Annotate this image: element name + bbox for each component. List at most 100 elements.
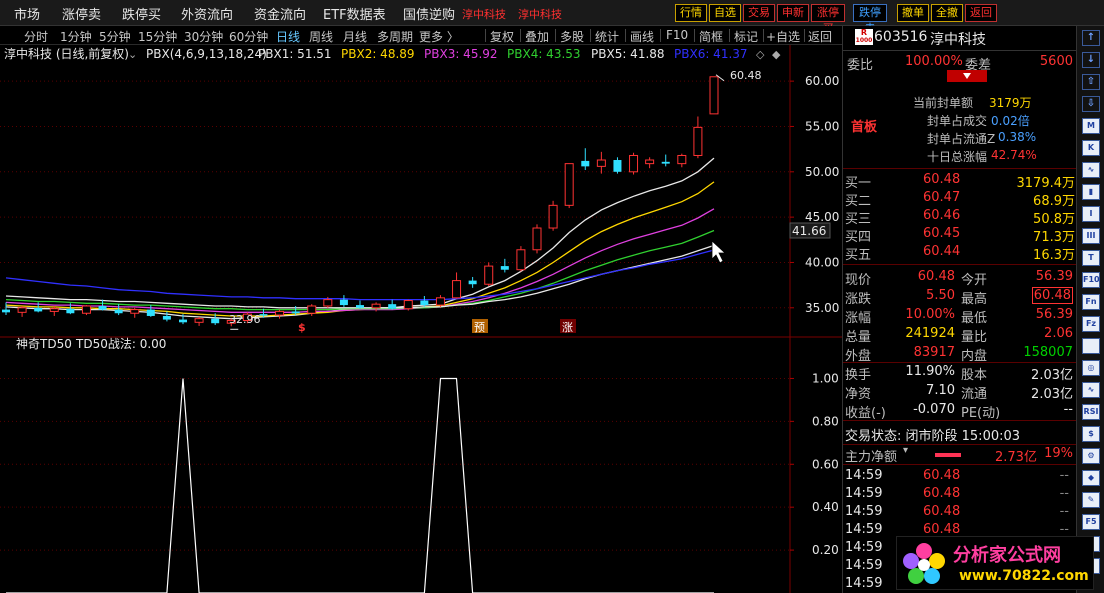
pen-icon[interactable]: ✎ <box>1082 492 1100 508</box>
limit-down-sell-button[interactable]: 跌停卖 <box>853 4 887 35</box>
i-icon[interactable]: I <box>1082 206 1100 222</box>
stock-terminal-window: 市场 涨停卖 跌停买 外资流向 资金流向 ETF数据表 国债逆购 淳中科技 淳中… <box>0 0 1104 593</box>
signal-marker-dollar: $ <box>298 321 306 334</box>
cancel-order-button[interactable]: 撤单 <box>897 4 929 22</box>
panel-divider <box>843 420 1077 421</box>
f10-icon[interactable]: F10 <box>1082 272 1100 288</box>
dollar-icon[interactable]: $ <box>1082 426 1100 442</box>
multi-stock-button[interactable]: 多股 <box>560 28 584 45</box>
trade-button[interactable]: 交易 <box>743 4 775 22</box>
rsi-icon[interactable]: RSI <box>1082 404 1100 420</box>
menu-market[interactable]: 市场 <box>14 4 40 23</box>
t-icon[interactable]: T <box>1082 250 1100 266</box>
gear-icon[interactable]: ⚙ <box>1082 448 1100 464</box>
price-tick-label: 50.00 <box>805 165 839 179</box>
bid-volume: 16.3万 <box>1033 248 1075 263</box>
menu-limit-down-buy[interactable]: 跌停买 <box>122 4 161 23</box>
candle-body-up <box>371 303 381 309</box>
draw-line-button[interactable]: 画线 <box>630 28 654 45</box>
wave-icon[interactable]: ∿ <box>1082 162 1100 178</box>
menu-foreign-flow[interactable]: 外资流向 <box>181 4 233 23</box>
menu-repo[interactable]: 国债逆购 <box>403 4 455 23</box>
seal-amount-label: 当前封单额 <box>913 96 974 110</box>
tick-row: 14:59 60.48 -- <box>843 485 1077 503</box>
bid-row[interactable]: 买五 60.44 16.3万 <box>843 243 1077 263</box>
legend-diamond-icon[interactable]: ◇ <box>756 48 765 61</box>
tab-intraday[interactable]: 分时 <box>24 28 48 45</box>
quote-panel: R 1000 603516 淳中科技 委比 100.00% 委差 5600 首板… <box>842 26 1077 593</box>
tab-15min[interactable]: 15分钟 <box>138 28 177 45</box>
k-icon[interactable]: K <box>1082 140 1100 156</box>
candle-body-up <box>629 154 639 173</box>
tab-daily[interactable]: 日线 <box>276 28 300 45</box>
adjust-button[interactable]: 复权 <box>490 28 514 45</box>
seal-vs-float-label: 封单占流通Z <box>927 132 996 146</box>
stock-name[interactable]: 淳中科技 <box>930 29 986 49</box>
stat-value: 2.06 <box>1044 326 1073 341</box>
menu-stock-name-1[interactable]: 淳中科技 <box>462 6 506 22</box>
bid-row[interactable]: 买二 60.47 68.9万 <box>843 189 1077 209</box>
legend-menu-icon[interactable]: ◆ <box>772 48 781 61</box>
statistics-button[interactable]: 统计 <box>595 28 619 45</box>
arrow-down-icon[interactable]: ↓ <box>1082 52 1100 68</box>
tab-5min[interactable]: 5分钟 <box>99 28 131 45</box>
indicator-name[interactable]: 神奇TD50 <box>16 337 72 351</box>
tab-30min[interactable]: 30分钟 <box>184 28 223 45</box>
menu-capital-flow[interactable]: 资金流向 <box>254 4 306 23</box>
ipo-button[interactable]: 申新 <box>777 4 809 22</box>
legend-pbx5: PBX5: 41.88 <box>591 47 665 61</box>
limit-up-buy-button[interactable]: 涨停买 <box>811 4 845 35</box>
overlay-button[interactable]: 叠加 <box>525 28 549 45</box>
fz-icon[interactable]: Fz <box>1082 316 1100 332</box>
watermark-logo: 分析家公式网 www.70822.com <box>896 536 1094 590</box>
target-icon[interactable]: ◎ <box>1082 360 1100 376</box>
quote-button[interactable]: 行情 <box>675 4 707 22</box>
page-up-icon[interactable]: ⇧ <box>1082 74 1100 90</box>
bid-row[interactable]: 买四 60.45 71.3万 <box>843 225 1077 245</box>
tab-multi-period[interactable]: 多周期 <box>377 28 413 45</box>
tab-monthly[interactable]: 月线 <box>343 28 367 45</box>
return-button[interactable]: 返回 <box>808 28 832 45</box>
bid-row[interactable]: 买三 60.46 50.8万 <box>843 207 1077 227</box>
fn-icon[interactable]: Fn <box>1082 294 1100 310</box>
candle-body-up <box>693 126 703 156</box>
chart-title-dropdown-icon[interactable]: ⌄ <box>128 48 137 61</box>
f5-icon[interactable]: F5 <box>1082 514 1100 530</box>
back-button[interactable]: 返回 <box>965 4 997 22</box>
m-icon[interactable]: M <box>1082 118 1100 134</box>
watchlist-button[interactable]: 自选 <box>709 4 741 22</box>
menu-etf-table[interactable]: ETF数据表 <box>323 4 386 23</box>
main-flow-row[interactable]: 主力净额 ▾ 2.73亿 19% <box>843 445 1077 465</box>
menu-stock-name-2[interactable]: 淳中科技 <box>518 6 562 22</box>
trade-status: 交易状态: 闭市阶段 15:00:03 <box>845 429 1021 444</box>
stat-value: 7.10 <box>926 383 955 398</box>
price-tick-label: 45.00 <box>805 210 839 224</box>
tab-1min[interactable]: 1分钟 <box>60 28 92 45</box>
low-price-label: 32.96 <box>229 313 261 326</box>
tick-time: 14:59 <box>845 504 883 519</box>
move-icon[interactable]: ⬥ <box>1082 470 1100 486</box>
tab-more[interactable]: 更多 〉 <box>419 28 459 45</box>
wave2-icon[interactable]: ∿ <box>1082 382 1100 398</box>
signal-marker-pre: 预 <box>474 321 485 334</box>
f10-button[interactable]: F10 <box>666 28 688 42</box>
stat-label: 涨幅 <box>845 311 872 326</box>
tab-weekly[interactable]: 周线 <box>309 28 333 45</box>
cancel-all-button[interactable]: 全撤 <box>931 4 963 22</box>
kline-chart[interactable]: 淳中科技 (日线,前复权) ⌄ PBX(4,6,9,13,18,24) PBX1… <box>0 45 842 593</box>
collapse-toggle[interactable] <box>947 70 987 82</box>
bars-icon[interactable]: III <box>1082 228 1100 244</box>
arrow-up-icon[interactable]: ↑ <box>1082 30 1100 46</box>
candle-body-down <box>581 160 590 167</box>
page-down-icon[interactable]: ⇩ <box>1082 96 1100 112</box>
menu-limit-up-sell[interactable]: 涨停卖 <box>62 4 101 23</box>
stat-row: 换手 11.90% 股本 2.03亿 <box>843 363 1077 383</box>
simple-frame-button[interactable]: 简框 <box>699 28 723 45</box>
mark-button[interactable]: 标记 <box>734 28 758 45</box>
watermark-brand: 分析家公式网 <box>953 545 1061 566</box>
blank-icon[interactable] <box>1082 338 1100 354</box>
add-watchlist-button[interactable]: +自选 <box>766 28 800 45</box>
tab-60min[interactable]: 60分钟 <box>229 28 268 45</box>
bid-row[interactable]: 买一 60.48 3179.4万 <box>843 171 1077 191</box>
bar-icon[interactable]: ▮ <box>1082 184 1100 200</box>
